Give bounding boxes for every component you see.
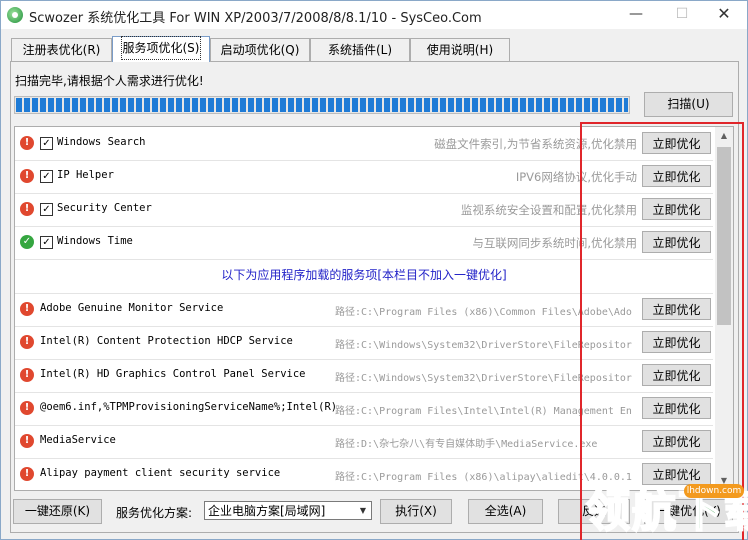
tab-help[interactable]: 使用说明(H): [410, 38, 510, 61]
app-service-row: ! Alipay payment client security service…: [15, 458, 713, 490]
warning-icon: !: [20, 136, 34, 150]
one-click-optimize-button[interactable]: 一键优化(Y): [644, 499, 733, 524]
service-checkbox[interactable]: ✓: [40, 236, 53, 249]
service-name: Alipay payment client security service: [40, 467, 281, 479]
execute-button[interactable]: 执行(X): [380, 499, 452, 524]
app-services-section-header: 以下为应用程序加载的服务项[本栏目不加入一键优化]: [15, 260, 713, 294]
app-service-row: ! Intel(R) HD Graphics Control Panel Ser…: [15, 359, 713, 393]
tab-registry[interactable]: 注册表优化(R): [11, 38, 112, 61]
service-path: 路径:C:\Program Files\Intel\Intel(R) Manag…: [335, 406, 632, 417]
warning-icon: !: [20, 202, 34, 216]
select-all-button[interactable]: 全选(A): [468, 499, 543, 524]
app-service-row: ! @oem6.inf,%TPMProvisioningServiceName%…: [15, 392, 713, 426]
service-name: Security Center: [57, 202, 152, 214]
app-service-row: ! Adobe Genuine Monitor Service 路径:C:\Pr…: [15, 293, 713, 327]
optimize-now-button[interactable]: 立即优化: [642, 132, 711, 154]
warning-icon: !: [20, 401, 34, 415]
app-service-row: ! MediaService 路径:D:\杂七杂八\有专自媒体助手\MediaS…: [15, 425, 713, 459]
plan-selected-value: 企业电脑方案[局域网]: [208, 504, 326, 518]
service-list: ! ✓ Windows Search 磁盘文件索引,为节省系统资源,优化禁用 立…: [14, 126, 734, 491]
optimize-now-button[interactable]: 立即优化: [642, 430, 711, 452]
optimize-now-button[interactable]: 立即优化: [642, 397, 711, 419]
dropdown-arrow-icon[interactable]: ▼: [355, 502, 371, 519]
service-path: 路径:C:\Program Files (x86)\Common Files\A…: [335, 307, 632, 318]
service-name: IP Helper: [57, 169, 114, 181]
scroll-down-arrow-icon[interactable]: ▼: [715, 472, 733, 490]
service-name: MediaService: [40, 434, 116, 446]
invert-selection-button[interactable]: 反选: [558, 499, 630, 524]
progress-fill: [16, 98, 628, 112]
optimize-now-button[interactable]: 立即优化: [642, 463, 711, 485]
app-logo-icon: [7, 7, 23, 23]
warning-icon: !: [20, 335, 34, 349]
plan-label: 服务优化方案:: [116, 506, 193, 520]
tab-label: 注册表优化(R): [22, 43, 101, 57]
app-service-row: ! Intel(R) Content Protection HDCP Servi…: [15, 326, 713, 360]
one-click-restore-button[interactable]: 一键还原(K): [13, 499, 102, 524]
service-checkbox[interactable]: ✓: [40, 203, 53, 216]
service-name: Windows Time: [57, 235, 133, 247]
scroll-up-arrow-icon[interactable]: ▲: [715, 127, 733, 145]
vertical-scrollbar[interactable]: ▲ ▼: [715, 127, 733, 490]
service-path: 路径:C:\Windows\System32\DriverStore\FileR…: [335, 373, 632, 384]
tab-plugins[interactable]: 系统插件(L): [310, 38, 410, 61]
optimize-now-button[interactable]: 立即优化: [642, 165, 711, 187]
service-description: 监视系统安全设置和配置,优化禁用: [460, 203, 637, 217]
scan-progress-bar: [14, 96, 630, 114]
service-row-ip-helper: ! ✓ IP Helper IPV6网络协议,优化手动 立即优化: [15, 160, 713, 194]
service-description: 磁盘文件索引,为节省系统资源,优化禁用: [434, 137, 637, 151]
tab-label: 启动项优化(Q): [220, 43, 300, 57]
service-name: Intel(R) Content Protection HDCP Service: [40, 335, 293, 347]
title-bar: Scwozer 系统优化工具 For WIN XP/2003/7/2008/8/…: [1, 1, 747, 29]
service-row-windows-time: ✓ ✓ Windows Time 与互联网同步系统时间,优化禁用 立即优化: [15, 226, 713, 260]
service-checkbox[interactable]: ✓: [40, 170, 53, 183]
warning-icon: !: [20, 368, 34, 382]
scan-status: 扫描完毕,请根据个人需求进行优化!: [15, 74, 204, 88]
tab-label: 使用说明(H): [426, 43, 494, 57]
tab-startup[interactable]: 启动项优化(Q): [210, 38, 310, 61]
scrollbar-thumb[interactable]: [717, 147, 731, 325]
warning-icon: !: [20, 467, 34, 481]
scan-button[interactable]: 扫描(U): [644, 92, 733, 117]
service-row-windows-search: ! ✓ Windows Search 磁盘文件索引,为节省系统资源,优化禁用 立…: [15, 127, 713, 161]
service-name: Windows Search: [57, 136, 146, 148]
window-title: Scwozer 系统优化工具 For WIN XP/2003/7/2008/8/…: [29, 11, 482, 26]
optimize-now-button[interactable]: 立即优化: [642, 364, 711, 386]
warning-icon: !: [20, 434, 34, 448]
warning-icon: !: [20, 169, 34, 183]
plan-select[interactable]: 企业电脑方案[局域网] ▼: [204, 501, 372, 520]
minimize-button[interactable]: —: [613, 1, 659, 29]
tab-label: 服务项优化(S): [120, 36, 202, 60]
optimize-now-button[interactable]: 立即优化: [642, 231, 711, 253]
tab-services[interactable]: 服务项优化(S): [112, 36, 210, 62]
close-button[interactable]: ✕: [701, 1, 747, 29]
service-name: Adobe Genuine Monitor Service: [40, 302, 224, 314]
service-row-security-center: ! ✓ Security Center 监视系统安全设置和配置,优化禁用 立即优…: [15, 193, 713, 227]
service-path: 路径:C:\Program Files (x86)\alipay\aliedit…: [335, 472, 632, 483]
check-ok-icon: ✓: [20, 235, 34, 249]
service-name: @oem6.inf,%TPMProvisioningServiceName%;I…: [40, 401, 336, 413]
service-description: 与互联网同步系统时间,优化禁用: [472, 236, 637, 250]
service-description: IPV6网络协议,优化手动: [515, 170, 637, 184]
optimize-now-button[interactable]: 立即优化: [642, 331, 711, 353]
warning-icon: !: [20, 302, 34, 316]
maximize-button[interactable]: ☐: [659, 1, 705, 29]
service-path: 路径:C:\Windows\System32\DriverStore\FileR…: [335, 340, 632, 351]
service-checkbox[interactable]: ✓: [40, 137, 53, 150]
tab-label: 系统插件(L): [327, 43, 393, 57]
optimize-now-button[interactable]: 立即优化: [642, 198, 711, 220]
service-path: 路径:D:\杂七杂八\有专自媒体助手\MediaService.exe: [335, 439, 598, 450]
optimize-now-button[interactable]: 立即优化: [642, 298, 711, 320]
service-name: Intel(R) HD Graphics Control Panel Servi…: [40, 368, 306, 380]
